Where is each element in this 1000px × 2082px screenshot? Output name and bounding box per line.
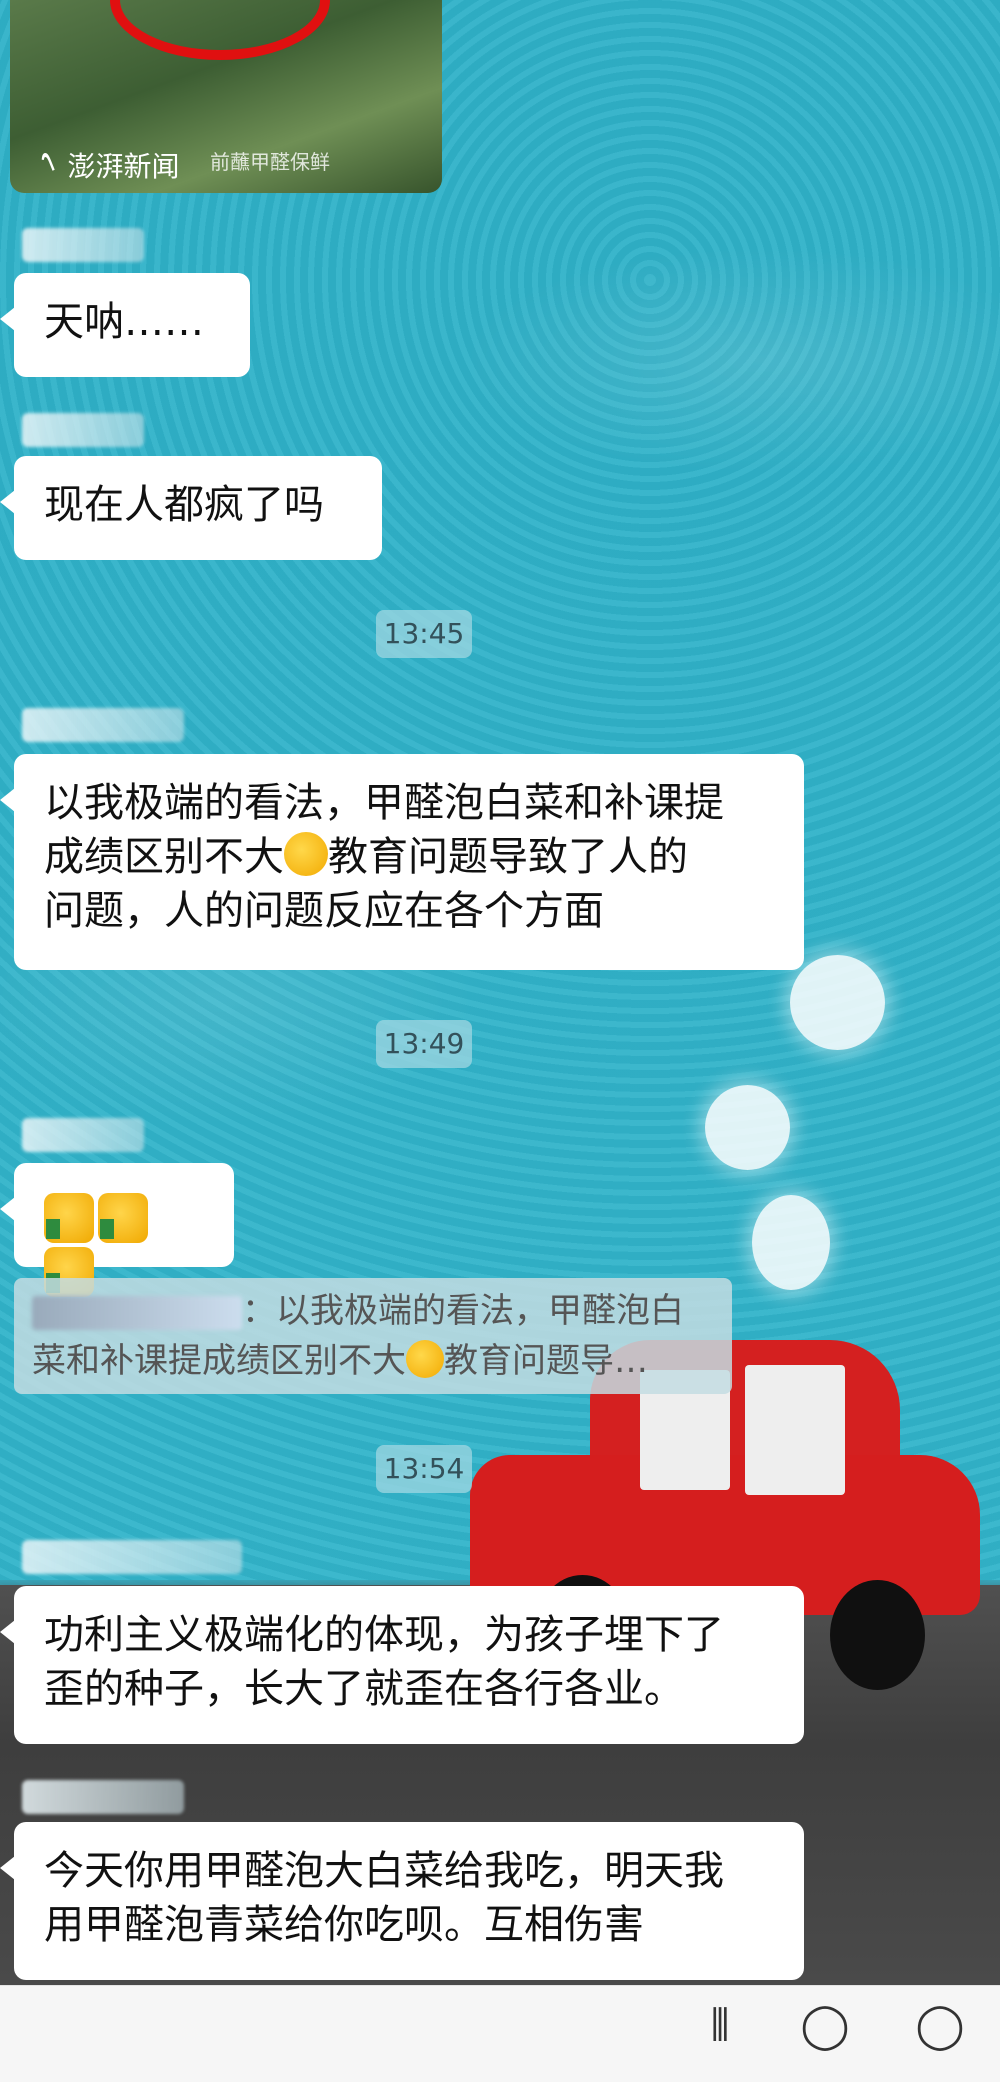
message-text-line: 用甲醛泡青菜给你吃呗。互相伤害 xyxy=(44,1902,644,1948)
timestamp: 13:54 xyxy=(376,1445,472,1493)
sender-name-blurred xyxy=(22,708,184,742)
message-bubble[interactable]: 现在人都疯了吗 xyxy=(0,456,382,560)
message-text: 现在人都疯了吗 xyxy=(44,482,324,528)
wallpaper-smoke xyxy=(752,1195,830,1290)
wallpaper-car-window xyxy=(745,1365,845,1495)
chat-background: ᭤ 澎湃新闻 前蘸甲醛保鲜 天呐…… 现在人都疯了吗 13:45 以我极端的看法… xyxy=(0,0,1000,1985)
thinking-face-emoji-icon xyxy=(284,832,328,876)
message-text-line: 功利主义极端化的体现，为孩子埋下了 xyxy=(44,1612,724,1658)
message-bubble[interactable]: 功利主义极端化的体现，为孩子埋下了 歪的种子，长大了就歪在各行各业。 xyxy=(0,1586,804,1744)
sender-name-blurred xyxy=(22,1540,242,1574)
message-text: 成绩区别不大 xyxy=(44,834,284,880)
timestamp: 13:45 xyxy=(376,610,472,658)
wave-logo-icon: ᭤ xyxy=(38,143,58,178)
news-image-caption: 前蘸甲醛保鲜 xyxy=(210,150,330,174)
news-image-card[interactable]: ᭤ 澎湃新闻 前蘸甲醛保鲜 xyxy=(10,0,442,193)
message-bubble[interactable]: 以我极端的看法，甲醛泡白菜和补课提 成绩区别不大 教育问题导致了人的 问题，人的问… xyxy=(0,754,804,970)
wallpaper-smoke xyxy=(790,955,885,1050)
wallpaper-smoke xyxy=(705,1085,790,1170)
message-bubble[interactable]: 天呐…… xyxy=(0,273,250,377)
sender-name-blurred xyxy=(22,413,144,447)
quote-text: ：以我极端的看法，甲醛泡白 xyxy=(242,1291,684,1331)
quoted-message[interactable]: ：以我极端的看法，甲醛泡白 菜和补课提成绩区别不大 教育问题导… xyxy=(14,1278,732,1394)
input-bar: ⦀ ◯ ◯ xyxy=(0,1985,1000,2082)
red-annotation-circle xyxy=(110,0,330,60)
message-text-line: 歪的种子，长大了就歪在各行各业。 xyxy=(44,1666,684,1712)
message-text-line: 问题，人的问题反应在各个方面 xyxy=(44,888,604,934)
message-bubble[interactable] xyxy=(0,1163,234,1297)
quote-text: 教育问题导… xyxy=(444,1341,648,1381)
quoted-sender-blurred xyxy=(32,1295,242,1330)
news-brand: ᭤ 澎湃新闻 xyxy=(38,138,180,192)
quote-text: 菜和补课提成绩区别不大 xyxy=(32,1341,406,1381)
more-icon[interactable]: ◯ xyxy=(895,2000,985,2068)
emoji-icon[interactable]: ◯ xyxy=(780,2000,870,2068)
sender-name-blurred xyxy=(22,1780,184,1814)
thumbs-up-emoji-icon xyxy=(98,1193,148,1243)
timestamp: 13:49 xyxy=(376,1020,472,1068)
quote-line: 菜和补课提成绩区别不大 教育问题导… xyxy=(32,1336,714,1386)
sender-name-blurred xyxy=(22,1118,144,1152)
voice-icon[interactable]: ⦀ xyxy=(690,2000,750,2068)
wallpaper-car-wheel xyxy=(830,1580,925,1690)
message-text-line: 今天你用甲醛泡大白菜给我吃，明天我 xyxy=(44,1848,724,1894)
news-brand-name: 澎湃新闻 xyxy=(67,150,180,183)
message-text: 天呐…… xyxy=(44,299,204,345)
message-text: 教育问题导致了人的 xyxy=(328,834,688,880)
sender-name-blurred xyxy=(22,228,144,262)
message-text-line: 以我极端的看法，甲醛泡白菜和补课提 xyxy=(44,780,724,826)
quote-line: ：以我极端的看法，甲醛泡白 xyxy=(32,1286,714,1336)
thinking-face-emoji-icon xyxy=(406,1340,444,1378)
thumbs-up-emoji-icon xyxy=(44,1193,94,1243)
message-text-line: 成绩区别不大 教育问题导致了人的 xyxy=(44,830,774,884)
message-bubble[interactable]: 今天你用甲醛泡大白菜给我吃，明天我 用甲醛泡青菜给你吃呗。互相伤害 xyxy=(0,1822,804,1980)
